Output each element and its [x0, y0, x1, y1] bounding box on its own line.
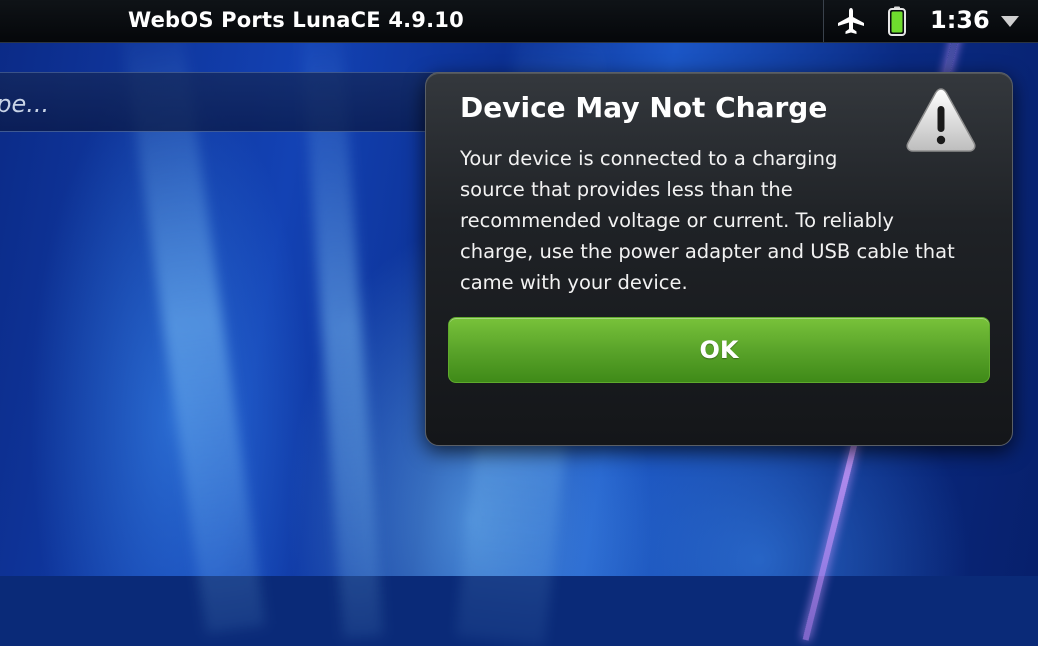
system-menu-area[interactable]: 1:36 [823, 0, 1038, 42]
status-bar-title[interactable]: WebOS Ports LunaCE 4.9.10 [128, 8, 464, 32]
ok-button-label: OK [699, 336, 739, 364]
dialog-message: Your device is connected to a charging s… [460, 147, 955, 294]
airplane-icon [838, 8, 864, 34]
battery-icon [888, 6, 906, 36]
status-bar: WebOS Ports LunaCE 4.9.10 1:36 [0, 0, 1038, 43]
dialog-title: Device May Not Charge [460, 91, 828, 124]
chevron-down-icon[interactable] [1000, 14, 1020, 28]
clock: 1:36 [930, 6, 990, 34]
search-placeholder: ype... [0, 90, 50, 118]
ok-button[interactable]: OK [448, 317, 990, 383]
charging-warning-dialog: Device May Not Charge Your device is con… [425, 72, 1013, 446]
